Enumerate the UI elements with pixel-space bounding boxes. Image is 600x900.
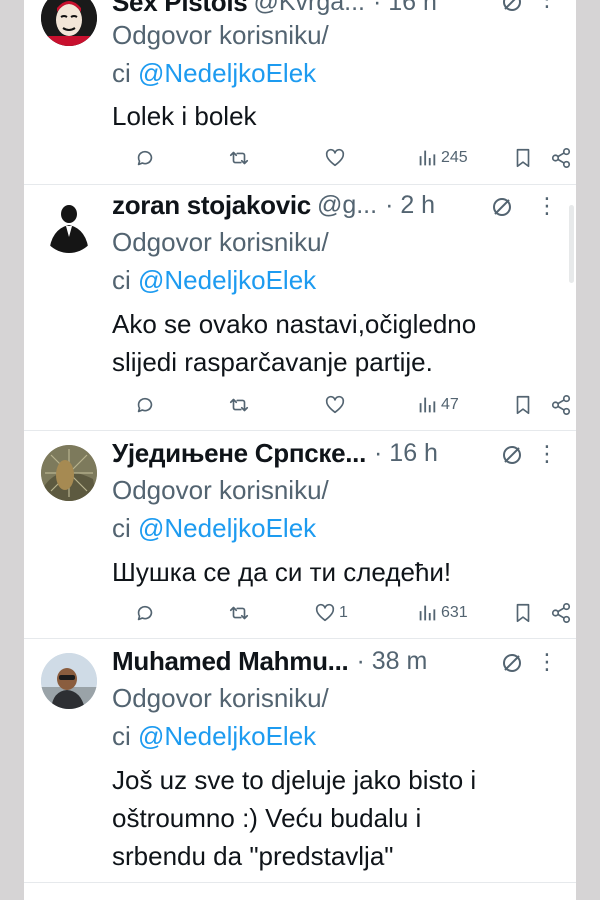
reply-context: ci @NedeljkoElek [112, 58, 317, 88]
reply-button[interactable] [134, 391, 156, 419]
grok-icon[interactable] [500, 0, 524, 14]
tweet-header: Уједињене Српске... · 16 h [112, 435, 556, 471]
reply-icon [137, 397, 153, 413]
tweet[interactable]: Уједињене Српске... · 16 h ⋮ Odgovor kor… [24, 431, 576, 639]
author-name[interactable]: zoran stojakovic [112, 190, 311, 221]
tweet[interactable]: Muhamed Mahmu... · 38 m ⋮ Odgovor korisn… [24, 639, 576, 883]
view-count: 631 [441, 604, 468, 621]
reply-context: ci @NedeljkoElek [112, 513, 317, 543]
avatar[interactable] [41, 0, 97, 46]
author-handle[interactable]: @g... [317, 191, 377, 220]
retweet-button[interactable] [228, 144, 250, 172]
views-icon [419, 397, 436, 413]
grok-icon[interactable] [500, 651, 524, 675]
retweet-button[interactable] [228, 391, 250, 419]
tweet-text: Ako se ovako nastavi,očigledno slijedi r… [112, 309, 477, 377]
bookmark-icon [516, 395, 530, 415]
timeline: Sex Pistols @Kvrga... · 16 h ⋮ Odgovor k… [24, 0, 576, 900]
author-name[interactable]: Sex Pistols [112, 0, 248, 18]
tweet[interactable]: Sex Pistols @Kvrga... · 16 h ⋮ Odgovor k… [24, 0, 576, 185]
mention-link[interactable]: @NedeljkoElek [138, 513, 316, 543]
like-button[interactable]: 1 [314, 599, 348, 627]
like-button[interactable] [324, 144, 349, 172]
action-bar: 47 [112, 391, 571, 419]
heart-icon [315, 603, 335, 622]
grok-icon[interactable] [500, 443, 524, 467]
author-handle[interactable]: @Kvrga... [253, 0, 365, 17]
more-icon[interactable]: ⋮ [536, 443, 558, 465]
share-icon [551, 603, 571, 623]
timestamp[interactable]: · 16 h [374, 439, 438, 468]
tweet[interactable]: zoran stojakovic @g... · 2 h ⋮ Odgovor k… [24, 185, 576, 431]
timestamp[interactable]: · 2 h [385, 191, 435, 220]
view-count: 245 [441, 149, 468, 166]
reply-icon [137, 150, 153, 166]
tweet-text: Još uz sve to djeluje jako bisto i oštro… [112, 765, 477, 871]
retweet-icon [229, 606, 249, 620]
avatar[interactable] [41, 653, 97, 709]
reply-context: ci @NedeljkoElek [112, 265, 317, 295]
heart-icon [325, 148, 345, 167]
tweet-header: Muhamed Mahmu... · 38 m [112, 643, 556, 679]
bookmark-icon [516, 148, 530, 168]
action-bar: 1 631 [112, 599, 571, 627]
retweet-icon [229, 151, 249, 165]
share-icon [551, 148, 571, 168]
tweet-text: Lolek i bolek [112, 101, 257, 131]
mention-link[interactable]: @NedeljkoElek [138, 58, 316, 88]
author-name[interactable]: Muhamed Mahmu... [112, 646, 349, 677]
retweet-icon [229, 398, 249, 412]
view-count: 47 [441, 396, 459, 413]
bookmark-button[interactable] [512, 144, 534, 172]
views-button[interactable]: 245 [416, 144, 468, 172]
scrollbar[interactable] [569, 205, 574, 283]
mention-link[interactable]: @NedeljkoElek [138, 721, 316, 751]
reply-icon [137, 605, 153, 621]
retweet-button[interactable] [228, 599, 250, 627]
reply-button[interactable] [134, 144, 156, 172]
share-button[interactable] [550, 599, 572, 627]
bookmark-button[interactable] [512, 599, 534, 627]
heart-icon [325, 395, 345, 414]
avatar[interactable] [41, 445, 97, 501]
reply-context: Odgovor korisniku/ [112, 683, 329, 713]
grok-icon[interactable] [490, 195, 514, 219]
action-bar: 245 [112, 144, 571, 172]
bookmark-button[interactable] [512, 391, 534, 419]
more-icon[interactable]: ⋮ [536, 0, 558, 10]
author-name[interactable]: Уједињене Српске... [112, 438, 366, 469]
reply-context: Odgovor korisniku/ [112, 475, 329, 505]
views-icon [419, 605, 436, 621]
more-icon[interactable]: ⋮ [536, 195, 558, 217]
views-button[interactable]: 631 [416, 599, 468, 627]
views-icon [419, 150, 436, 166]
more-icon[interactable]: ⋮ [536, 651, 558, 673]
views-button[interactable]: 47 [416, 391, 459, 419]
reply-context: Odgovor korisniku/ [112, 227, 329, 257]
like-count: 1 [339, 604, 348, 621]
timestamp[interactable]: · 38 m [356, 647, 427, 676]
bookmark-icon [516, 603, 530, 623]
timestamp[interactable]: · 16 h [373, 0, 437, 17]
reply-context: ci @NedeljkoElek [112, 721, 317, 751]
like-button[interactable] [324, 391, 349, 419]
reply-button[interactable] [134, 599, 156, 627]
avatar[interactable] [41, 197, 97, 253]
share-icon [551, 395, 571, 415]
tweet-text: Шушка се да си ти следећи! [112, 557, 452, 587]
reply-context: Odgovor korisniku/ [112, 20, 329, 50]
share-button[interactable] [550, 391, 572, 419]
share-button[interactable] [550, 144, 572, 172]
mention-link[interactable]: @NedeljkoElek [138, 265, 316, 295]
